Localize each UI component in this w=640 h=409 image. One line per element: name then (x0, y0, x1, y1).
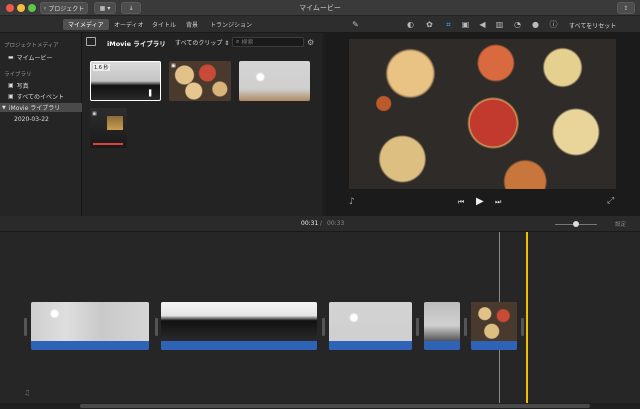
clip-thumbnail-pizza[interactable]: ▣ (169, 61, 231, 101)
photo-badge-icon: ▣ (92, 111, 97, 117)
search-icon: ⌕ (236, 38, 240, 45)
skip-forward-icon[interactable]: ⏭ (495, 198, 501, 207)
sidebar-section-project-media: プロジェクトメディア (4, 43, 59, 49)
tab-my-media[interactable]: マイメディア (63, 19, 109, 30)
timeline-clip-2[interactable] (161, 302, 317, 350)
clip-video-frames (424, 302, 460, 341)
sidebar-item-event-date[interactable]: 2020-03-22 (0, 115, 82, 124)
clip-video-frames (471, 302, 517, 341)
skip-back-icon[interactable]: ⏮ (458, 198, 464, 207)
tab-titles[interactable]: タイトル (147, 19, 181, 30)
sidebar-item-my-movie[interactable]: ▬ マイムービー (0, 53, 82, 62)
photo-badge-icon: ▣ (171, 63, 176, 69)
share-icon: ⇪ (623, 4, 629, 12)
timeline-clip-pizza[interactable] (471, 302, 517, 350)
viewer-frame-image (349, 39, 616, 189)
clip-audio-waveform (329, 341, 412, 350)
library-title: iMovie ライブラリ (107, 40, 166, 48)
audio-track-icon: ♫ (24, 389, 31, 397)
magic-wand-icon[interactable]: ✎ (350, 19, 361, 30)
film-strip-icon: ▬ (8, 54, 14, 61)
updown-chevron-icon: ⇕ (224, 40, 230, 47)
clip-thumbnail-1[interactable]: 1.6 秒 ▌ (90, 61, 161, 101)
timeline-clip-4[interactable] (424, 302, 460, 350)
timeline-clip-1[interactable] (31, 302, 149, 350)
events-icon: ▣ (8, 93, 14, 100)
clip-audio-waveform (31, 341, 149, 350)
clip-used-indicator (93, 143, 123, 145)
timeline-clip-3[interactable] (329, 302, 412, 350)
clip-duration: 1.6 秒 (93, 64, 110, 71)
timeline-scrollbar[interactable] (0, 403, 640, 409)
photos-icon: ▣ (8, 82, 14, 89)
viewer: ♪ ⏮ ▶ ⏭ ⤢ (325, 33, 640, 216)
clip-audio-waveform (471, 341, 517, 350)
sidebar-item-photos[interactable]: ▣ 写真 (0, 81, 82, 90)
sidebar: プロジェクトメディア ▬ マイムービー ライブラリ ▣ 写真 ▣ すべてのイベント ▼… (0, 33, 82, 216)
search-field[interactable]: ⌕ (232, 37, 304, 47)
info-icon[interactable]: ⓘ (548, 19, 559, 30)
transition-marker[interactable] (155, 318, 158, 336)
play-button[interactable]: ▶ (476, 196, 484, 207)
color-balance-icon[interactable]: ◐ (405, 19, 416, 30)
timeline: 00:31 / 00:33 設定 ♫ (0, 216, 640, 409)
reset-all-button[interactable]: すべてをリセット (569, 21, 616, 30)
transition-marker[interactable] (322, 318, 325, 336)
fullscreen-icon[interactable]: ⤢ (607, 196, 614, 206)
microphone-icon[interactable]: ♪ (349, 197, 355, 207)
time-separator: / (320, 220, 323, 227)
stabilization-icon[interactable]: ▣ (460, 19, 471, 30)
zoom-slider-knob[interactable] (573, 221, 579, 227)
scrollbar-thumb[interactable] (80, 404, 590, 408)
clip-audio-waveform (161, 341, 317, 350)
sidebar-toggle-icon[interactable] (86, 37, 96, 46)
current-time: 00:31 (301, 220, 319, 227)
sidebar-item-all-events[interactable]: ▣ すべてのイベント (0, 92, 82, 101)
noise-reduction-icon[interactable]: ▥ (494, 19, 505, 30)
clip-video-frames (161, 302, 317, 341)
tab-backgrounds[interactable]: 背景 (181, 19, 203, 30)
transition-marker[interactable] (464, 318, 467, 336)
playhead[interactable] (526, 232, 528, 409)
clip-thumbnail-3[interactable] (239, 61, 310, 101)
clip-video-frames (31, 302, 149, 341)
volume-icon[interactable]: ◀ (477, 19, 488, 30)
sidebar-item-imovie-library[interactable]: ▼ iMovie ライブラリ (0, 103, 82, 112)
total-time: 00:33 (327, 220, 345, 227)
timeline-end-handle[interactable] (521, 318, 524, 336)
clip-selection-handle-icon[interactable]: ▌ (149, 90, 154, 97)
settings-gear-icon[interactable]: ⚙ (307, 38, 314, 47)
clip-video-frames (329, 302, 412, 341)
share-button[interactable]: ⇪ (617, 2, 635, 14)
speed-icon[interactable]: ◔ (512, 19, 523, 30)
browser-header: iMovie ライブラリ すべてのクリップ ⇕ ⌕ ⚙ (82, 34, 322, 50)
toolbar: マイメディア オーディオ タイトル 背景 トランジション ✎ ◐ ✿ ⌗ ▣ ◀… (0, 16, 640, 33)
tab-transitions[interactable]: トランジション (205, 19, 257, 30)
search-input[interactable] (241, 38, 300, 46)
tab-audio[interactable]: オーディオ (109, 19, 149, 30)
transition-marker[interactable] (416, 318, 419, 336)
color-correction-icon[interactable]: ✿ (424, 19, 435, 30)
timeline-start-handle[interactable] (24, 318, 27, 336)
filter-icon[interactable]: ● (530, 19, 541, 30)
clip-filter-select[interactable]: すべてのクリップ ⇕ (175, 38, 229, 47)
clip-thumbnail-4[interactable]: ▣ (90, 108, 127, 148)
thumbnail-image (107, 116, 123, 130)
clip-audio-waveform (424, 341, 460, 350)
crop-icon[interactable]: ⌗ (443, 19, 454, 30)
timeline-header: 00:31 / 00:33 設定 (0, 216, 640, 232)
disclosure-triangle-icon[interactable]: ▼ (2, 105, 6, 111)
timeline-settings-button[interactable]: 設定 (615, 220, 626, 228)
title-bar: ‹ プロジェクト ▦ ▾ ↓ マイムービー ⇪ (0, 0, 640, 16)
window-title: マイムービー (299, 4, 341, 12)
sidebar-section-libraries: ライブラリ (4, 72, 32, 78)
